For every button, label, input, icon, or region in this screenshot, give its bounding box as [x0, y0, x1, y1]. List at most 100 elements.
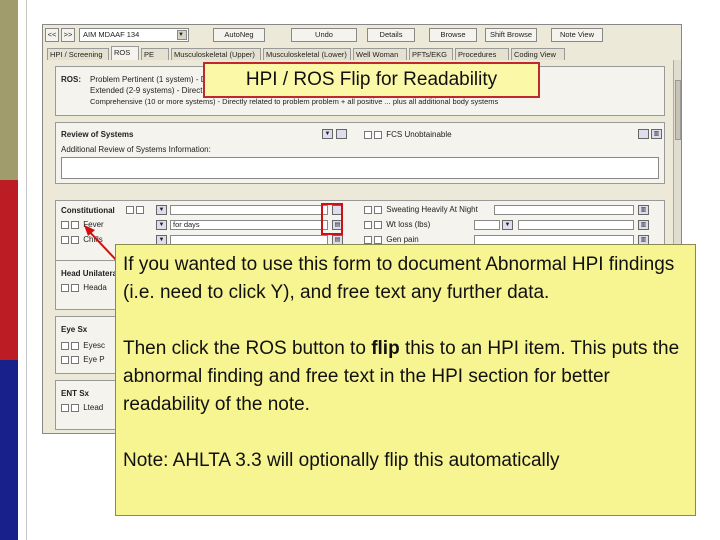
ros-label: ROS:: [61, 75, 81, 84]
constitutional-title: Constitutional: [61, 206, 115, 215]
fcs-unobtainable-row[interactable]: FCS Unobtainable: [364, 130, 452, 139]
wt-loss-row[interactable]: Wt loss (lbs): [364, 220, 430, 229]
eye-row-2[interactable]: Eye P: [61, 355, 105, 364]
tab-hpi-screening[interactable]: HPI / Screening: [47, 48, 109, 60]
note-icon[interactable]: [638, 129, 649, 139]
gen-pain-row[interactable]: Gen pain: [364, 235, 419, 244]
tab-musculoskeletal-lower[interactable]: Musculoskeletal (Lower): [263, 48, 351, 60]
eye-item-2-label: Eye P: [83, 355, 105, 364]
additional-ros-label: Additional Review of Systems Information…: [61, 145, 211, 154]
eye-title: Eye Sx: [61, 325, 88, 334]
form-select-value: AIM MDAAF 134: [83, 30, 140, 39]
note-paragraph-3: Note: AHLTA 3.3 will optionally flip thi…: [123, 450, 560, 471]
fever-input[interactable]: for days: [170, 220, 328, 230]
constitutional-input[interactable]: [170, 205, 328, 215]
checkbox-y[interactable]: [364, 220, 372, 229]
fever-row[interactable]: Fever: [61, 220, 104, 229]
dropdown-icon[interactable]: ▼: [156, 205, 167, 215]
chevron-down-icon[interactable]: ▼: [177, 30, 187, 40]
checkbox-n[interactable]: [71, 235, 79, 244]
checkbox-y[interactable]: [364, 235, 372, 244]
checkbox-n[interactable]: [374, 130, 382, 139]
checkbox-y[interactable]: [364, 130, 372, 139]
checkbox-n[interactable]: [374, 220, 382, 229]
tab-well-woman[interactable]: Well Woman: [353, 48, 407, 60]
nav-next-button[interactable]: >>: [61, 28, 75, 42]
undo-button[interactable]: Undo: [291, 28, 357, 42]
browse-button[interactable]: Browse: [429, 28, 477, 42]
chart-icon[interactable]: ▥: [638, 220, 649, 230]
ent-item-label: Ltead: [83, 403, 104, 412]
tab-procedures[interactable]: Procedures: [455, 48, 509, 60]
autoneg-button[interactable]: AutoNeg: [213, 28, 265, 42]
tab-pfts-ekg[interactable]: PFTs/EKG: [409, 48, 453, 60]
review-of-systems-panel: Review of Systems ▼ FCS Unobtainable ▥ A…: [55, 122, 665, 184]
checkbox-n[interactable]: [71, 341, 79, 350]
chart-icon[interactable]: ▥: [651, 129, 662, 139]
note-p2-before: Then click the ROS button to: [123, 338, 372, 359]
checkbox-n[interactable]: [71, 355, 79, 364]
note-p2-flip: flip: [371, 338, 400, 359]
checkbox-n[interactable]: [71, 283, 79, 292]
fcs-label: FCS Unobtainable: [386, 130, 452, 139]
wt-loss-note-input[interactable]: [518, 220, 634, 230]
chills-row[interactable]: Chills: [61, 235, 103, 244]
shift-browse-button[interactable]: Shift Browse: [485, 28, 537, 42]
decor-strip-blue: [0, 360, 18, 540]
head-row[interactable]: Heada: [61, 283, 107, 292]
details-button[interactable]: Details: [367, 28, 415, 42]
checkbox-y[interactable]: [61, 403, 69, 412]
sweating-input[interactable]: [494, 205, 634, 215]
checkbox-y[interactable]: [61, 341, 69, 350]
checkbox-icon[interactable]: [336, 129, 347, 139]
dropdown-icon[interactable]: ▼: [322, 129, 333, 139]
nav-prev-button[interactable]: <<: [45, 28, 59, 42]
checkbox-n[interactable]: [136, 205, 144, 214]
tab-pe[interactable]: PE: [141, 48, 169, 60]
tab-ros[interactable]: ROS: [111, 46, 139, 60]
ros-button-highlight: [321, 203, 343, 235]
form-select[interactable]: AIM MDAAF 134 ▼: [79, 28, 189, 42]
checkbox-y[interactable]: [61, 235, 69, 244]
chills-label: Chills: [83, 235, 103, 244]
checkbox-y[interactable]: [364, 205, 372, 214]
head-item-label: Heada: [83, 283, 107, 292]
wt-loss-input[interactable]: [474, 220, 500, 230]
tab-coding-view[interactable]: Coding View: [511, 48, 565, 60]
dropdown-icon[interactable]: ▼: [502, 220, 513, 230]
checkbox-y[interactable]: [61, 283, 69, 292]
chart-icon[interactable]: ▥: [638, 205, 649, 215]
fever-label: Fever: [83, 220, 104, 229]
wt-loss-label: Wt loss (lbs): [386, 220, 431, 229]
checkbox-n[interactable]: [71, 220, 79, 229]
note-paragraph-1: If you wanted to use this form to docume…: [123, 254, 675, 303]
slide-title-callout: HPI / ROS Flip for Readability: [203, 62, 540, 98]
toolbar: << >> AIM MDAAF 134 ▼ AutoNeg Undo Detail…: [45, 28, 681, 43]
ent-row[interactable]: Ltead: [61, 403, 103, 412]
review-title: Review of Systems: [61, 130, 134, 139]
sweating-row[interactable]: Sweating Heavily At Night: [364, 205, 478, 214]
decor-strip-red: [0, 180, 18, 360]
additional-ros-input[interactable]: [61, 157, 659, 179]
constitutional-yn[interactable]: [126, 205, 146, 214]
explanation-note: If you wanted to use this form to docume…: [115, 244, 696, 516]
dropdown-icon[interactable]: ▼: [156, 220, 167, 230]
note-view-button[interactable]: Note View: [551, 28, 603, 42]
checkbox-y[interactable]: [126, 205, 134, 214]
checkbox-n[interactable]: [374, 205, 382, 214]
ros-line-1: Problem Pertinent (1 system) - D: [90, 75, 207, 84]
checkbox-n[interactable]: [374, 235, 382, 244]
checkbox-n[interactable]: [71, 403, 79, 412]
checkbox-y[interactable]: [61, 355, 69, 364]
ent-title: ENT Sx: [61, 389, 90, 398]
tab-musculoskeletal-upper[interactable]: Musculoskeletal (Upper): [171, 48, 261, 60]
ros-line-3: Comprehensive (10 or more systems) - Dir…: [90, 97, 499, 106]
note-paragraph-2: Then click the ROS button to flip this t…: [123, 335, 688, 419]
eye-row-1[interactable]: Eyesc: [61, 341, 105, 350]
decor-vertical-line: [26, 0, 27, 540]
head-title: Head Unilateral: [61, 269, 120, 278]
checkbox-y[interactable]: [61, 220, 69, 229]
tab-bar: HPI / Screening ROS PE Musculoskeletal (…: [45, 46, 681, 60]
scrollbar-thumb[interactable]: [675, 80, 681, 140]
gen-pain-label: Gen pain: [386, 235, 419, 244]
